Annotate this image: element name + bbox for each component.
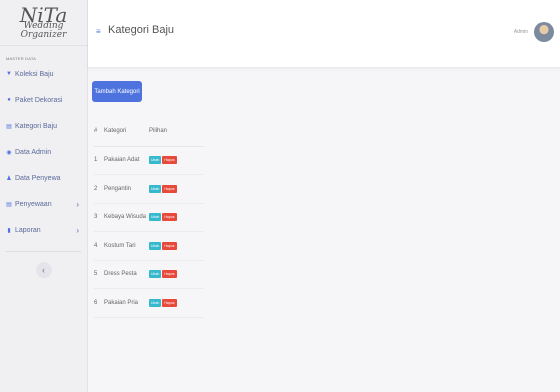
row-actions: Ubah Hapus (149, 203, 204, 232)
add-category-button[interactable]: Tambah Kategori (92, 81, 142, 102)
delete-button[interactable]: Hapus (162, 156, 177, 165)
chevron-left-icon: ‹ (42, 265, 45, 275)
delete-button[interactable]: Hapus (162, 270, 177, 279)
row-number: 3 (94, 203, 104, 232)
table-row: 1 Pakaian Adat Ubah Hapus (94, 146, 204, 175)
action-group: Ubah Hapus (149, 213, 204, 222)
header-pilihan: Pilihan (149, 116, 204, 147)
table-row: 2 Pengantin Ubah Hapus (94, 174, 204, 204)
action-group: Ubah Hapus (149, 298, 204, 307)
sidebar-item-data-admin[interactable]: ◉ Data Admin (0, 139, 87, 165)
row-kategori: Kostum Tari (104, 231, 149, 261)
chevron-right-icon: › (76, 225, 79, 235)
brand[interactable]: NiTa Wedding Organizer (0, 0, 87, 46)
list-icon: ▤ (6, 123, 12, 130)
sidebar-item-label: Data Admin (15, 148, 52, 156)
row-number: 2 (94, 174, 104, 204)
sidebar-item-label: Laporan (15, 226, 41, 234)
sidebar-item-label: Koleksi Baju (15, 70, 54, 78)
row-kategori: Dress Pesta (104, 260, 149, 289)
sidebar-item-laporan[interactable]: ▮ Laporan › (0, 217, 87, 243)
page-title: Kategori Baju (108, 24, 175, 36)
sidebar-item-label: Kategori Baju (15, 122, 58, 130)
sidebar-divider (6, 251, 81, 252)
menu-icon[interactable]: ≡ (96, 27, 101, 36)
row-number: 6 (94, 288, 104, 318)
report-icon: ▮ (7, 227, 11, 234)
table-row: 5 Dress Pesta Ubah Hapus (94, 260, 204, 289)
topbar: ≡ Kategori Baju Admin (88, 0, 560, 68)
row-kategori: Kebaya Wisuda (104, 203, 149, 232)
row-actions: Ubah Hapus (149, 146, 204, 175)
sidebar-item-label: Data Penyewa (15, 174, 61, 182)
sidebar-nav: ▼ Koleksi Baju ● Paket Dekorasi ▤ Kategori Ba… (0, 61, 87, 243)
avatar[interactable] (534, 22, 554, 42)
sidebar-item-label: Paket Dekorasi (15, 96, 63, 104)
rental-icon: ▤ (6, 201, 12, 208)
table-row: 3 Kebaya Wisuda Ubah Hapus (94, 203, 204, 232)
edit-button[interactable]: Ubah (149, 298, 162, 307)
sidebar-item-penyewaan[interactable]: ▤ Penyewaan › (0, 191, 87, 217)
delete-button[interactable]: Hapus (162, 213, 177, 222)
action-group: Ubah Hapus (149, 241, 204, 250)
edit-button[interactable]: Ubah (149, 213, 162, 222)
flower-icon: ● (7, 97, 11, 103)
sidebar-item-data-penyewa[interactable]: ♟ Data Penyewa (0, 165, 87, 191)
row-number: 1 (94, 146, 104, 175)
edit-button[interactable]: Ubah (149, 184, 162, 193)
header-number: # (94, 116, 104, 147)
sidebar-item-koleksi-baju[interactable]: ▼ Koleksi Baju (0, 61, 87, 87)
edit-button[interactable]: Ubah (149, 156, 162, 165)
row-number: 4 (94, 231, 104, 261)
row-actions: Ubah Hapus (149, 260, 204, 289)
sidebar: NiTa Wedding Organizer MASTER DATA ▼ Kole… (0, 0, 88, 392)
row-actions: Ubah Hapus (149, 288, 204, 318)
sidebar-item-label: Penyewaan (15, 200, 52, 208)
shirt-icon: ▼ (6, 71, 12, 77)
row-kategori: Pakaian Adat (104, 146, 149, 175)
brand-logo-sub: Wedding Organizer (20, 21, 67, 40)
action-group: Ubah Hapus (149, 270, 204, 279)
action-group: Ubah Hapus (149, 184, 204, 193)
sidebar-item-paket-dekorasi[interactable]: ● Paket Dekorasi (0, 87, 87, 113)
sidebar-toggle-button[interactable]: ‹ (35, 262, 52, 278)
edit-button[interactable]: Ubah (149, 270, 162, 279)
delete-button[interactable]: Hapus (162, 184, 177, 193)
category-table: # Kategori Pilihan 1 Pakaian Adat Ubah Hapu… (94, 116, 204, 318)
row-actions: Ubah Hapus (149, 174, 204, 204)
main-content: Tambah Kategori # Kategori Pilihan 1 Paka… (88, 68, 560, 392)
row-number: 5 (94, 260, 104, 289)
table-row: 4 Kostum Tari Ubah Hapus (94, 231, 204, 261)
admin-icon: ◉ (6, 149, 12, 156)
action-group: Ubah Hapus (149, 156, 204, 165)
delete-button[interactable]: Hapus (162, 298, 177, 307)
edit-button[interactable]: Ubah (149, 241, 162, 250)
header-kategori: Kategori (104, 116, 149, 147)
user-icon: ♟ (6, 175, 12, 182)
table-header-row: # Kategori Pilihan (94, 116, 204, 147)
row-kategori: Pengantin (104, 174, 149, 204)
table-row: 6 Pakaian Pria Ubah Hapus (94, 288, 204, 318)
user-name[interactable]: Admin (514, 29, 528, 35)
table-body: 1 Pakaian Adat Ubah Hapus 2 Pengantin Ubah Hapu… (94, 146, 204, 318)
row-actions: Ubah Hapus (149, 231, 204, 261)
brand-logo[interactable]: NiTa Wedding Organizer (0, 5, 87, 40)
sidebar-item-kategori-baju[interactable]: ▤ Kategori Baju (0, 113, 87, 139)
delete-button[interactable]: Hapus (162, 241, 177, 250)
chevron-right-icon: › (76, 199, 79, 209)
row-kategori: Pakaian Pria (104, 288, 149, 318)
